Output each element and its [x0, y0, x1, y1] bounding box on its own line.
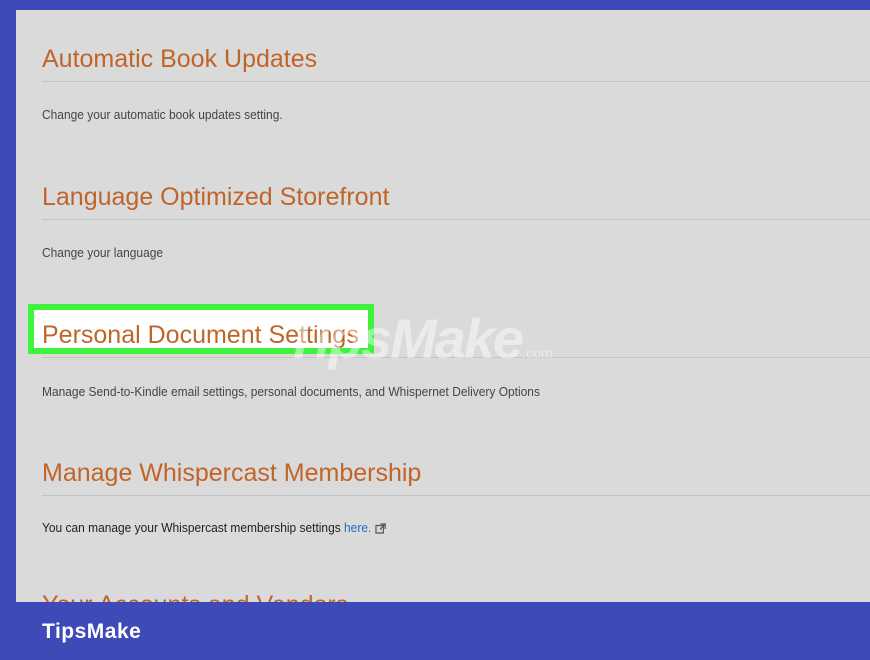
whispercast-here-link[interactable]: here. [344, 520, 371, 535]
section-description-automatic-book-updates: Change your automatic book updates setti… [42, 107, 283, 122]
section-divider [42, 495, 870, 496]
section-description-personal-documents: Manage Send-to-Kindle email settings, pe… [42, 384, 540, 399]
whispercast-description-text: You can manage your Whispercast membersh… [42, 520, 345, 535]
tutorial-frame: Automatic Book Updates Change your autom… [0, 0, 870, 660]
section-language-optimized-storefront: Language Optimized Storefront [42, 182, 870, 220]
external-link-icon[interactable] [375, 522, 386, 537]
footer-brand-logo: TipsMake [42, 620, 142, 643]
section-manage-whispercast-membership: Manage Whispercast Membership [42, 458, 870, 496]
section-divider [42, 81, 870, 82]
section-divider [42, 357, 870, 358]
section-divider [42, 219, 870, 220]
section-title-manage-whispercast-membership[interactable]: Manage Whispercast Membership [42, 458, 870, 488]
section-automatic-book-updates: Automatic Book Updates [42, 44, 870, 82]
footer-bar: TipsMake [0, 602, 870, 660]
section-title-automatic-book-updates[interactable]: Automatic Book Updates [42, 44, 870, 74]
section-title-personal-document-settings[interactable]: Personal Document Settings [42, 320, 359, 350]
section-title-accounts-and-vendors[interactable]: Your Accounts and Vendors [42, 590, 348, 602]
section-description-language: Change your language [42, 245, 164, 260]
section-title-language-optimized-storefront[interactable]: Language Optimized Storefront [42, 182, 870, 212]
preferences-panel: Automatic Book Updates Change your autom… [16, 10, 870, 602]
section-description-whispercast: You can manage your Whispercast membersh… [42, 520, 386, 537]
